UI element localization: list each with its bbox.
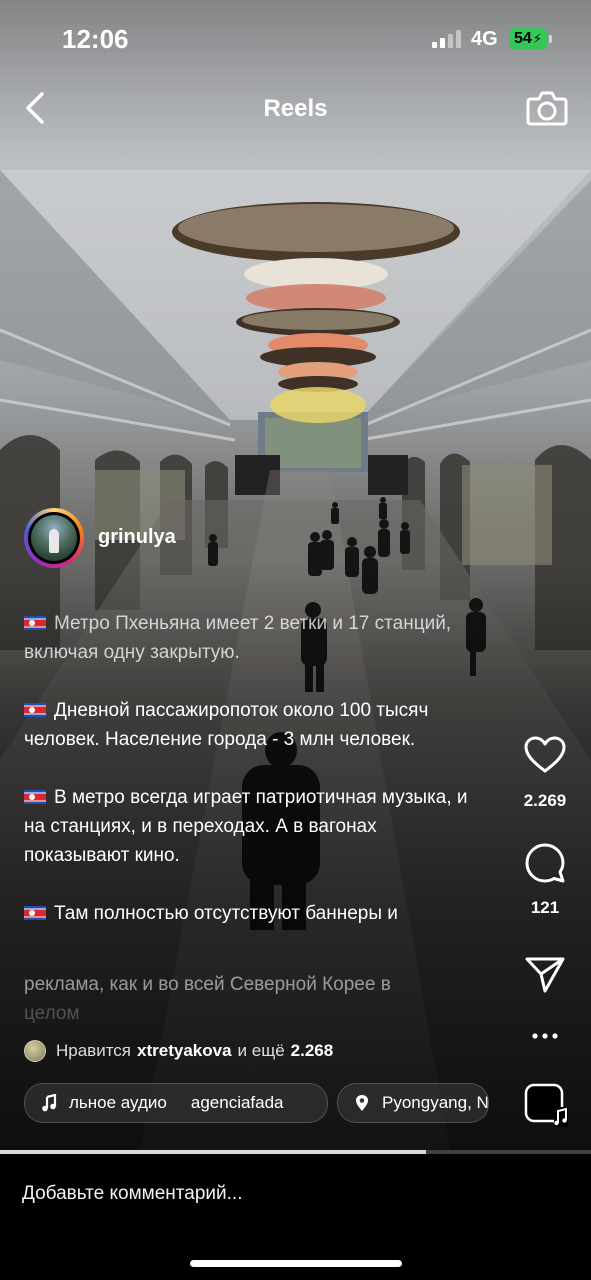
signal-icon: [432, 30, 464, 48]
caption-line: целом: [24, 1003, 80, 1024]
caption-paragraph: Дневной пассажиропоток около 100 тысяч ч…: [24, 700, 429, 750]
home-indicator[interactable]: [190, 1260, 402, 1267]
audio-thumbnail[interactable]: [524, 1083, 568, 1127]
caption-paragraph: В метро всегда играет патриотичная музык…: [24, 787, 468, 866]
caption-overflow: реклама, как и во всей Северной Корее в …: [24, 970, 484, 1030]
caption-line: реклама, как и во всей Северной Корее в: [24, 974, 391, 995]
location-name: Pyongyang, N: [382, 1093, 489, 1112]
camera-button[interactable]: [526, 88, 568, 128]
liker-avatar: [24, 1040, 46, 1062]
music-note-icon: [42, 1094, 57, 1112]
liker-username: xtretyakova: [137, 1041, 232, 1060]
likes-others: 2.268: [290, 1041, 334, 1060]
post-caption[interactable]: Метро Пхеньяна имеет 2 ветки и 17 станци…: [24, 609, 484, 928]
likes-middle: и ещё: [237, 1041, 285, 1060]
like-button[interactable]: [524, 736, 566, 779]
north-korea-flag-icon: [24, 790, 46, 804]
caption-paragraph: Метро Пхеньяна имеет 2 ветки и 17 станци…: [24, 613, 452, 663]
likes-summary[interactable]: Нравится xtretyakova и ещё 2.268: [24, 1040, 339, 1062]
audio-thumbnail-icon: [524, 1083, 568, 1127]
comment-button[interactable]: [524, 842, 566, 889]
north-korea-flag-icon: [24, 703, 46, 717]
comment-icon: [525, 843, 565, 883]
audio-pill[interactable]: льное аудио agenciafada: [24, 1083, 328, 1123]
more-dots-icon: [532, 1033, 558, 1039]
battery-icon: 54 ⚡: [509, 28, 547, 50]
camera-icon: [526, 91, 568, 126]
battery-level: 54: [514, 30, 532, 47]
network-type: 4G: [471, 28, 498, 50]
send-icon: [525, 957, 565, 993]
author-avatar[interactable]: [24, 508, 84, 568]
comments-count: 121: [530, 898, 560, 917]
likes-prefix: Нравится: [56, 1041, 132, 1060]
page-title: Reels: [263, 95, 328, 122]
battery-cap: [549, 35, 552, 43]
comment-input[interactable]: Добавьте комментарий...: [22, 1183, 242, 1205]
heart-icon: [524, 736, 566, 773]
audio-title: льное аудио: [69, 1093, 167, 1112]
reels-screen: 12:06 4G 54 ⚡ Reels grinulya Метро Пхенья…: [0, 0, 591, 1280]
location-pin-icon: [356, 1095, 368, 1111]
location-pill[interactable]: Pyongyang, N: [337, 1083, 489, 1123]
share-button[interactable]: [524, 954, 566, 999]
author-username[interactable]: grinulya: [98, 526, 176, 549]
likes-count: 2.269: [523, 791, 567, 810]
status-time: 12:06: [62, 24, 129, 54]
north-korea-flag-icon: [24, 616, 46, 630]
caption-paragraph: Там полностью отсутствуют баннеры и: [54, 903, 398, 924]
north-korea-flag-icon: [24, 906, 46, 920]
audio-author: agenciafada: [190, 1093, 284, 1112]
more-button[interactable]: [531, 1029, 559, 1048]
